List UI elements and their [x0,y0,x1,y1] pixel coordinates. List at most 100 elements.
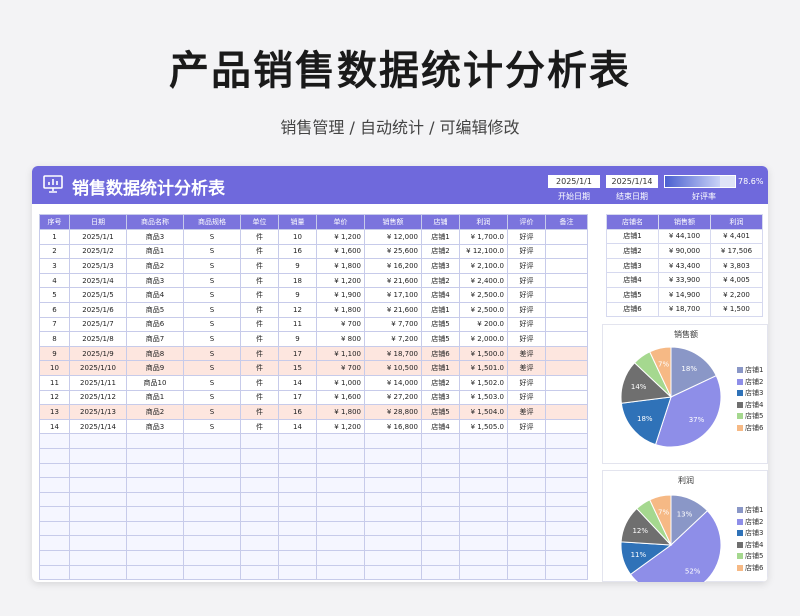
table-cell[interactable]: 9 [278,258,317,274]
empty-cell[interactable] [183,564,241,581]
empty-cell[interactable] [278,433,317,449]
table-cell[interactable]: 好评 [507,374,546,391]
table-cell[interactable]: 好评 [507,418,546,435]
empty-cell[interactable] [507,433,546,449]
table-cell[interactable]: 18 [278,272,317,289]
empty-cell[interactable] [39,477,70,493]
table-cell[interactable]: S [183,360,241,376]
empty-cell[interactable] [39,447,70,464]
empty-cell[interactable] [459,447,508,464]
empty-cell[interactable] [507,491,546,508]
summary-cell[interactable]: ¥ 18,700 [658,301,711,318]
table-cell[interactable]: 7 [39,316,70,333]
table-cell[interactable]: S [183,229,241,245]
table-cell[interactable]: 2 [39,243,70,260]
table-cell[interactable]: 10 [39,360,70,376]
empty-cell[interactable] [421,447,460,464]
table-cell[interactable] [545,389,588,406]
table-cell[interactable]: ¥ 16,800 [364,418,422,435]
table-cell[interactable]: 11 [39,374,70,391]
empty-cell[interactable] [183,520,241,537]
table-cell[interactable]: 5 [39,287,70,303]
table-cell[interactable]: 2025/1/5 [69,287,127,303]
empty-cell[interactable] [240,477,279,493]
table-cell[interactable]: 差评 [507,345,546,362]
table-cell[interactable]: 8 [39,331,70,347]
empty-cell[interactable] [126,520,184,537]
table-cell[interactable]: 店铺5 [421,316,460,333]
empty-cell[interactable] [459,433,508,449]
table-cell[interactable]: 店铺1 [421,301,460,318]
empty-cell[interactable] [278,520,317,537]
summary-cell[interactable]: 店铺5 [606,286,659,303]
empty-cell[interactable] [364,447,422,464]
table-cell[interactable]: 店铺3 [421,389,460,406]
empty-cell[interactable] [183,550,241,566]
table-cell[interactable]: ¥ 1,200 [316,229,365,245]
empty-cell[interactable] [364,564,422,581]
empty-cell[interactable] [316,491,365,508]
table-cell[interactable]: ¥ 200.0 [459,316,508,333]
empty-cell[interactable] [545,447,588,464]
table-cell[interactable]: 2025/1/14 [69,418,127,435]
empty-cell[interactable] [39,564,70,581]
table-cell[interactable] [545,301,588,318]
table-cell[interactable]: ¥ 1,200 [316,418,365,435]
table-cell[interactable]: 商品6 [126,316,184,333]
empty-cell[interactable] [240,491,279,508]
empty-cell[interactable] [278,462,317,479]
table-cell[interactable]: ¥ 1,502.0 [459,374,508,391]
empty-cell[interactable] [126,535,184,552]
empty-cell[interactable] [316,520,365,537]
summary-cell[interactable]: ¥ 4,401 [710,228,763,245]
table-cell[interactable]: ¥ 1,200 [316,272,365,289]
empty-cell[interactable] [278,535,317,552]
empty-cell[interactable] [364,491,422,508]
empty-cell[interactable] [545,477,588,493]
empty-cell[interactable] [507,550,546,566]
table-cell[interactable]: 2025/1/10 [69,360,127,376]
table-cell[interactable]: ¥ 18,700 [364,345,422,362]
table-cell[interactable]: ¥ 1,800 [316,301,365,318]
table-cell[interactable]: 差评 [507,404,546,420]
summary-cell[interactable]: 店铺3 [606,257,659,274]
table-cell[interactable]: 商品5 [126,301,184,318]
table-cell[interactable]: S [183,287,241,303]
table-cell[interactable] [545,404,588,420]
empty-cell[interactable] [316,535,365,552]
empty-cell[interactable] [316,447,365,464]
table-cell[interactable]: 9 [278,331,317,347]
table-cell[interactable]: 商品2 [126,404,184,420]
empty-cell[interactable] [183,447,241,464]
table-cell[interactable]: 好评 [507,287,546,303]
table-cell[interactable]: 店铺2 [421,243,460,260]
empty-cell[interactable] [278,447,317,464]
empty-cell[interactable] [421,477,460,493]
empty-cell[interactable] [240,520,279,537]
table-cell[interactable]: 2025/1/12 [69,389,127,406]
empty-cell[interactable] [364,462,422,479]
empty-cell[interactable] [459,535,508,552]
empty-cell[interactable] [507,564,546,581]
empty-cell[interactable] [421,491,460,508]
empty-cell[interactable] [39,550,70,566]
table-cell[interactable]: 店铺4 [421,287,460,303]
summary-cell[interactable]: ¥ 43,400 [658,257,711,274]
table-cell[interactable]: 店铺1 [421,229,460,245]
summary-cell[interactable]: ¥ 33,900 [658,272,711,288]
empty-cell[interactable] [278,550,317,566]
summary-cell[interactable]: ¥ 3,803 [710,257,763,274]
table-cell[interactable]: 商品10 [126,374,184,391]
empty-cell[interactable] [421,550,460,566]
empty-cell[interactable] [545,433,588,449]
table-cell[interactable]: 件 [240,229,279,245]
empty-cell[interactable] [183,535,241,552]
empty-cell[interactable] [39,535,70,552]
table-cell[interactable]: ¥ 1,800 [316,404,365,420]
empty-cell[interactable] [421,564,460,581]
empty-cell[interactable] [240,433,279,449]
table-cell[interactable]: 商品9 [126,360,184,376]
table-cell[interactable]: 商品7 [126,331,184,347]
table-cell[interactable]: ¥ 1,800 [316,258,365,274]
table-cell[interactable]: 2025/1/8 [69,331,127,347]
